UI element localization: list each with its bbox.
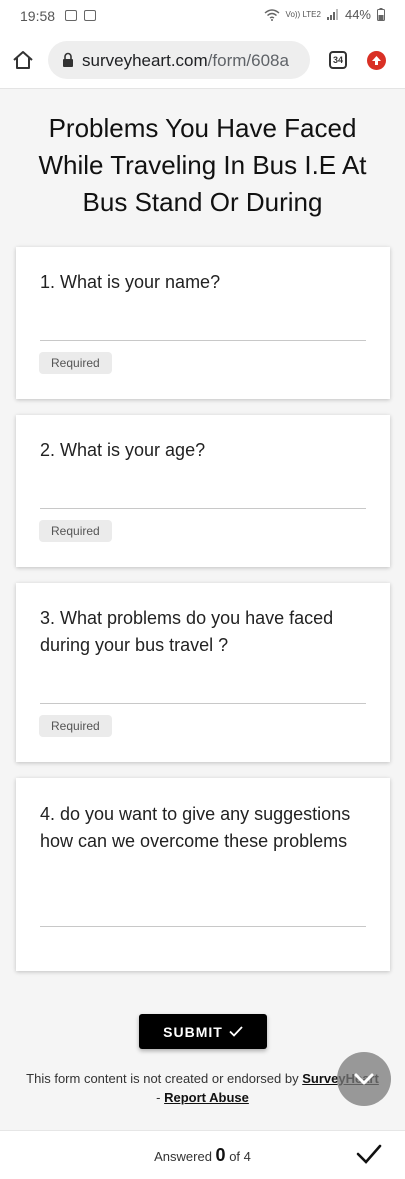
footer-text: This form content is not created or endo…	[26, 1071, 299, 1086]
battery-percent: 44%	[344, 7, 371, 22]
checkmark-icon	[229, 1026, 243, 1037]
notification-icon	[84, 10, 96, 21]
answered-label: Answered	[154, 1149, 212, 1164]
question-text: 3. What problems do you have faced durin…	[40, 608, 334, 655]
answer-input[interactable]	[40, 340, 366, 341]
total-questions: 4	[243, 1149, 251, 1164]
update-icon[interactable]	[367, 51, 386, 70]
home-icon[interactable]	[12, 50, 34, 70]
browser-toolbar: surveyheart.com/form/608a 34	[0, 32, 405, 89]
required-badge: Required	[39, 520, 112, 542]
url-domain: surveyheart.com	[82, 51, 208, 70]
url-text: surveyheart.com/form/608a	[82, 51, 289, 71]
progress-bar: Answered 0 of 4	[0, 1130, 405, 1179]
status-bar: 19:58 Vo)) LTE2 44%	[0, 0, 405, 32]
form-title: Problems You Have Faced While Traveling …	[38, 113, 367, 217]
status-time: 19:58	[20, 8, 56, 24]
answered-number: 0	[215, 1145, 226, 1165]
question-text: 2. What is your age?	[40, 440, 206, 460]
of-label: of	[229, 1149, 241, 1164]
answered-count: Answered 0 of 4	[0, 1145, 405, 1166]
tab-switcher-icon[interactable]: 34	[329, 51, 347, 69]
signal-icon	[326, 9, 338, 20]
battery-icon	[377, 8, 385, 21]
gallery-icon	[65, 10, 77, 21]
report-abuse-link[interactable]: Report Abuse	[164, 1090, 249, 1105]
arrow-up-icon	[372, 56, 381, 65]
question-card-1: 1. What is your name? Required	[16, 247, 390, 399]
network-label: Vo)) LTE2	[285, 9, 321, 19]
question-text: 1. What is your name?	[40, 272, 221, 292]
scroll-down-button[interactable]	[337, 1052, 391, 1106]
question-text: 4. do you want to give any suggestions h…	[40, 804, 351, 851]
question-card-4: 4. do you want to give any suggestions h…	[16, 778, 390, 971]
submit-button[interactable]: SUBMIT	[139, 1014, 267, 1049]
required-badge: Required	[39, 715, 112, 737]
answer-input[interactable]	[40, 703, 366, 704]
required-badge: Required	[39, 352, 112, 374]
wifi-icon	[264, 8, 280, 21]
checkmark-icon[interactable]	[356, 1143, 382, 1165]
answer-input[interactable]	[40, 926, 366, 927]
answer-input[interactable]	[40, 508, 366, 509]
lock-icon	[63, 52, 73, 67]
submit-label: SUBMIT	[163, 1023, 223, 1040]
footer-separator: -	[156, 1090, 161, 1105]
url-path: /form/608a	[207, 51, 289, 70]
address-bar[interactable]: surveyheart.com/form/608a	[48, 41, 310, 79]
chevron-down-icon	[354, 1073, 374, 1085]
question-card-2: 2. What is your age? Required	[16, 415, 390, 567]
question-card-3: 3. What problems do you have faced durin…	[16, 583, 390, 762]
